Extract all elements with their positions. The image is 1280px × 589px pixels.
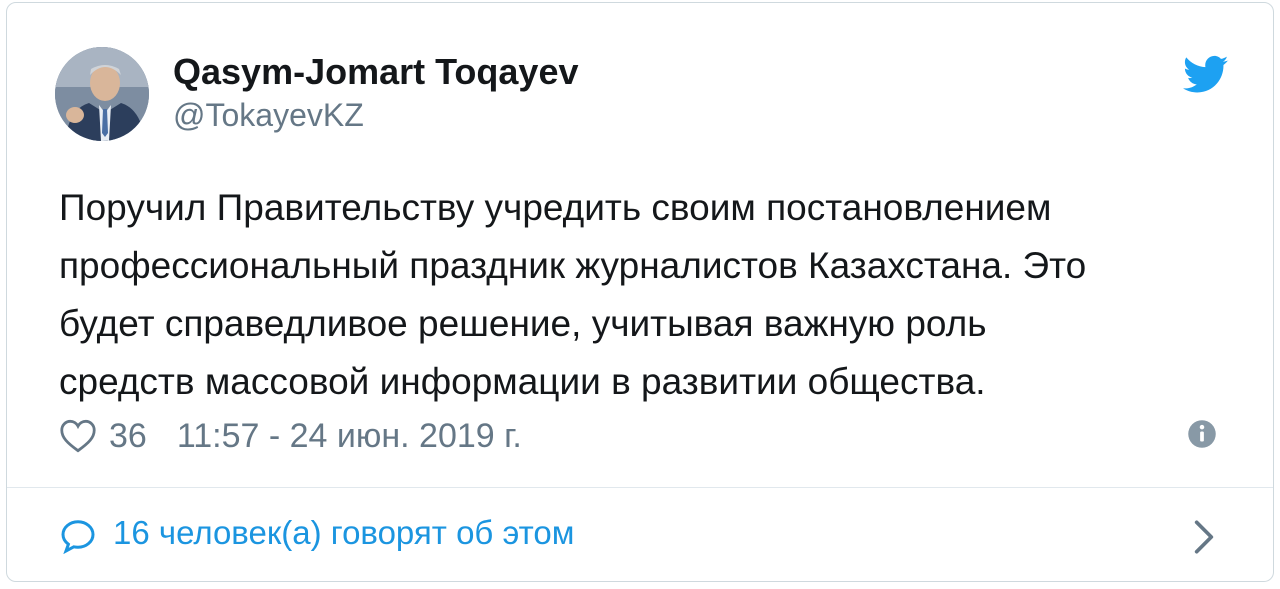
heart-icon[interactable] — [59, 419, 97, 453]
tweet-timestamp[interactable]: 11:57 - 24 июн. 2019 г. — [177, 417, 522, 456]
tweet-text-line: профессиональный праздник журналистов Ка… — [59, 245, 1087, 286]
avatar-photo-icon — [55, 47, 149, 141]
like-count[interactable]: 36 — [109, 417, 147, 456]
tweet-text-line: будет справедливое решение, учитывая важ… — [59, 303, 987, 344]
author-avatar[interactable] — [55, 47, 149, 141]
tweet-text-line: средств массовой информации в развитии о… — [59, 361, 986, 402]
conversation-label[interactable]: 16 человек(а) говорят об этом — [113, 514, 574, 552]
tweet-text: Поручил Правительству учредить своим пос… — [59, 179, 1239, 411]
info-icon[interactable] — [1187, 419, 1217, 449]
speech-bubble-icon — [61, 520, 95, 554]
author-handle[interactable]: @TokayevKZ — [173, 97, 364, 134]
tweet-meta: 36 11:57 - 24 июн. 2019 г. — [59, 411, 522, 461]
twitter-bird-icon[interactable] — [1183, 55, 1229, 95]
tweet-header: Qasym-Jomart Toqayev @TokayevKZ — [7, 3, 1273, 153]
tweet-text-line: Поручил Правительству учредить своим пос… — [59, 187, 1052, 228]
tweet-card: Qasym-Jomart Toqayev @TokayevKZ Поручил … — [6, 2, 1274, 582]
conversation-link[interactable]: 16 человек(а) говорят об этом — [7, 488, 1273, 581]
author-name[interactable]: Qasym-Jomart Toqayev — [173, 51, 579, 93]
chevron-right-icon[interactable] — [1193, 518, 1215, 556]
